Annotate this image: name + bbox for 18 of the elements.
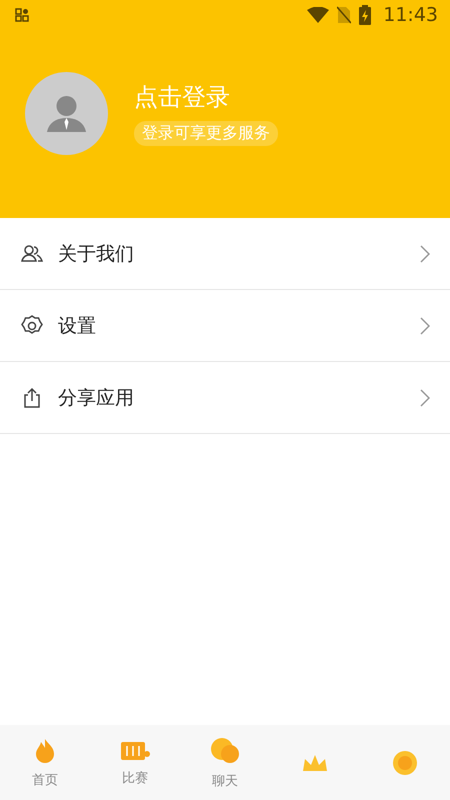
menu-item[interactable]: 关于我们 xyxy=(0,218,450,290)
tab[interactable]: 聊天 xyxy=(180,725,270,800)
apps-icon xyxy=(15,8,29,22)
no-sim-icon xyxy=(337,6,352,24)
chevron-right-icon xyxy=(420,244,430,262)
coin-icon xyxy=(391,748,419,776)
battery-charging-icon xyxy=(359,5,372,25)
menu-item[interactable]: 设置 xyxy=(0,290,450,362)
tab[interactable]: 比赛 xyxy=(90,725,180,800)
menu-item[interactable]: 分享应用 xyxy=(0,362,450,434)
avatar[interactable] xyxy=(25,72,108,155)
tab[interactable]: 首页 xyxy=(0,725,90,800)
wifi-icon xyxy=(307,7,330,23)
clock-time: 11:43 xyxy=(383,4,438,26)
login-benefit-badge: 登录可享更多服务 xyxy=(134,121,278,146)
chevron-right-icon xyxy=(420,316,430,334)
chevron-right-icon xyxy=(420,388,430,406)
chat-bubbles-icon xyxy=(209,736,241,766)
